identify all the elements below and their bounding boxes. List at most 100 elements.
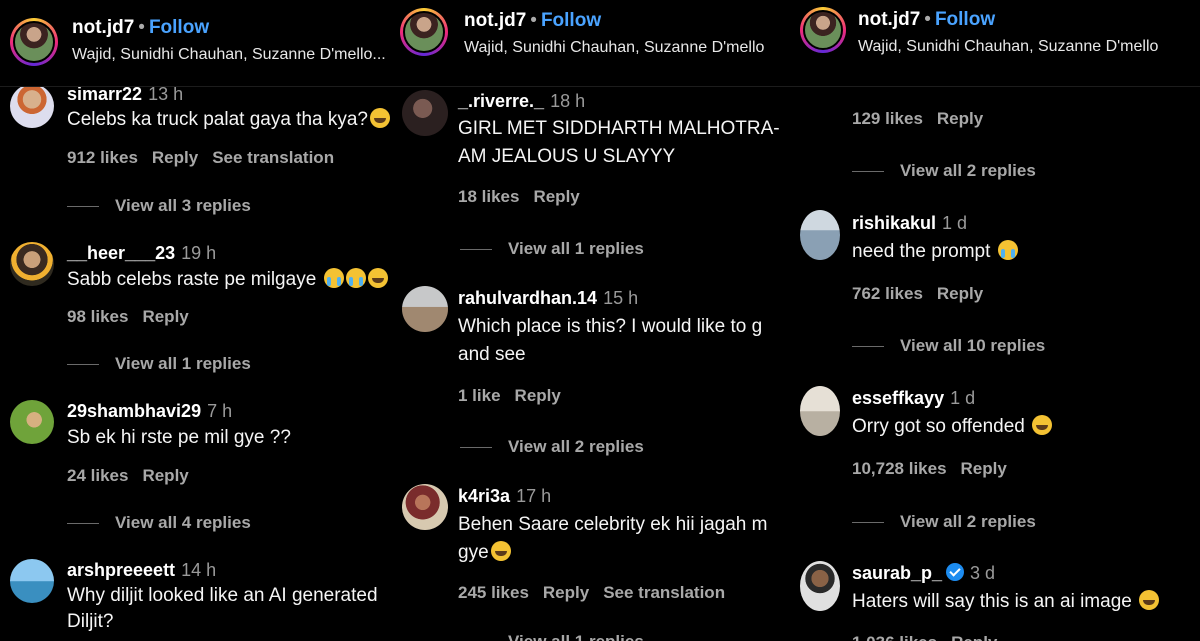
avatar[interactable]	[800, 561, 840, 611]
comment-text: Why diljit looked like an AI generated	[67, 585, 378, 606]
comment-text: Behen Saare celebrity ek hii jagah m	[458, 514, 768, 535]
see-translation-button[interactable]: See translation	[603, 583, 725, 602]
divider-line	[460, 249, 492, 251]
view-replies-button[interactable]: View all 1 replies	[508, 632, 644, 641]
crying-emoji-icon	[345, 268, 366, 288]
comment-username[interactable]: esseffkayy	[852, 388, 944, 408]
comment-username[interactable]: rahulvardhan.14	[458, 288, 597, 308]
likes-count[interactable]: 245 likes	[458, 583, 529, 602]
profile-avatar[interactable]	[10, 18, 58, 66]
reply-button[interactable]: Reply	[142, 307, 188, 326]
comment-text: Orry got so offended	[852, 416, 1025, 437]
profile-avatar[interactable]	[400, 8, 448, 56]
comment-username[interactable]: __heer___23	[67, 243, 175, 263]
likes-count[interactable]: 1 like	[458, 386, 501, 405]
comment-text: need the prompt	[852, 241, 991, 262]
reply-button[interactable]: Reply	[515, 386, 561, 405]
comment-time: 14 h	[181, 560, 217, 580]
view-replies-button[interactable]: View all 1 replies	[115, 354, 251, 373]
profile-avatar[interactable]	[800, 7, 846, 53]
view-replies-button[interactable]: View all 1 replies	[508, 239, 644, 258]
follow-button[interactable]: Follow	[541, 10, 601, 31]
comment-username[interactable]: saurab_p_	[852, 563, 942, 583]
post-header: not.jd7 • Follow Wajid, Sunidhi Chauhan, S…	[0, 0, 398, 87]
grinning-sweat-emoji-icon	[1139, 590, 1160, 610]
grinning-sweat-emoji-icon	[490, 541, 511, 561]
reply-button[interactable]: Reply	[543, 583, 589, 602]
header-subtitle: Wajid, Sunidhi Chauhan, Suzanne D'mello	[464, 39, 765, 56]
likes-count[interactable]: 1,036 likes	[852, 633, 937, 641]
comments-panel-2: not.jd7 • Follow Wajid, Sunidhi Chauhan, S…	[398, 0, 800, 641]
likes-count[interactable]: 98 likes	[67, 307, 128, 326]
reply-button[interactable]: Reply	[142, 466, 188, 485]
view-replies-button[interactable]: View all 10 replies	[900, 336, 1045, 355]
comment-username[interactable]: _.riverre._	[458, 91, 544, 111]
comment-username[interactable]: rishikakul	[852, 213, 936, 233]
header-subtitle: Wajid, Sunidhi Chauhan, Suzanne D'mello	[858, 38, 1159, 55]
likes-count[interactable]: 912 likes	[67, 148, 138, 167]
comment-text: GIRL MET SIDDHARTH MALHOTRA-	[458, 118, 780, 139]
reply-button[interactable]: Reply	[152, 148, 198, 167]
comments-panel-1: not.jd7 • Follow Wajid, Sunidhi Chauhan, S…	[0, 0, 398, 641]
view-replies-button[interactable]: View all 4 replies	[115, 513, 251, 532]
comment-username[interactable]: simarr22	[67, 84, 142, 104]
avatar[interactable]	[402, 90, 448, 136]
separator-dot: •	[138, 17, 145, 38]
likes-count[interactable]: 762 likes	[852, 284, 923, 303]
verified-badge-icon	[946, 563, 965, 581]
comment-text: Which place is this? I would like to g	[458, 316, 763, 337]
view-replies-button[interactable]: View all 2 replies	[508, 437, 644, 456]
avatar[interactable]	[10, 559, 54, 603]
reply-button[interactable]: Reply	[937, 284, 983, 303]
header-username[interactable]: not.jd7	[858, 9, 920, 30]
comment-text: Sabb celebs raste pe milgaye	[67, 269, 317, 290]
header-subtitle: Wajid, Sunidhi Chauhan, Suzanne D'mello.…	[72, 46, 386, 63]
view-replies-button[interactable]: View all 3 replies	[115, 196, 251, 215]
avatar[interactable]	[402, 286, 448, 332]
comment-text: gye	[458, 542, 489, 563]
view-replies-button[interactable]: View all 2 replies	[900, 512, 1036, 531]
divider-line	[67, 523, 99, 525]
divider-line	[67, 206, 99, 208]
comment-time: 1 d	[942, 213, 968, 233]
divider-line	[852, 346, 884, 348]
separator-dot: •	[924, 9, 931, 30]
avatar[interactable]	[10, 400, 54, 444]
crying-emoji-icon	[997, 240, 1018, 260]
grinning-sweat-emoji-icon	[370, 108, 391, 128]
comment-username[interactable]: arshpreeeett	[67, 560, 175, 580]
comment-time: 3 d	[970, 563, 996, 583]
see-translation-button[interactable]: See translation	[212, 148, 334, 167]
reply-button[interactable]: Reply	[533, 187, 579, 206]
comment-text: Sb ek hi rste pe mil gye ??	[67, 427, 291, 448]
likes-count[interactable]: 129 likes	[852, 109, 923, 128]
comment-time: 7 h	[207, 401, 233, 421]
comment-time: 17 h	[516, 486, 552, 506]
view-replies-button[interactable]: View all 2 replies	[900, 161, 1036, 180]
avatar[interactable]	[10, 84, 54, 128]
reply-button[interactable]: Reply	[937, 109, 983, 128]
likes-count[interactable]: 24 likes	[67, 466, 128, 485]
likes-count[interactable]: 10,728 likes	[852, 459, 947, 478]
comment-time: 13 h	[148, 84, 184, 104]
avatar[interactable]	[402, 484, 448, 530]
reply-button[interactable]: Reply	[961, 459, 1007, 478]
header-username[interactable]: not.jd7	[464, 10, 526, 31]
comment-text: Celebs ka truck palat gaya tha kya?	[67, 109, 369, 130]
comment-username[interactable]: k4ri3a	[458, 486, 510, 506]
divider-line	[852, 522, 884, 524]
avatar[interactable]	[800, 386, 840, 436]
comment-username[interactable]: 29shambhavi29	[67, 401, 201, 421]
likes-count[interactable]: 18 likes	[458, 187, 519, 206]
grinning-sweat-emoji-icon	[367, 268, 388, 288]
divider-line	[67, 364, 99, 366]
avatar[interactable]	[10, 242, 54, 286]
follow-button[interactable]: Follow	[149, 17, 209, 38]
avatar[interactable]	[800, 210, 840, 260]
header-username[interactable]: not.jd7	[72, 17, 134, 38]
reply-button[interactable]: Reply	[951, 633, 997, 641]
comment-text: AM JEALOUS U SLAYYY	[458, 146, 676, 167]
follow-button[interactable]: Follow	[935, 9, 995, 30]
separator-dot: •	[530, 10, 537, 31]
comments-panel-3: not.jd7 • Follow Wajid, Sunidhi Chauhan, S…	[800, 0, 1200, 641]
